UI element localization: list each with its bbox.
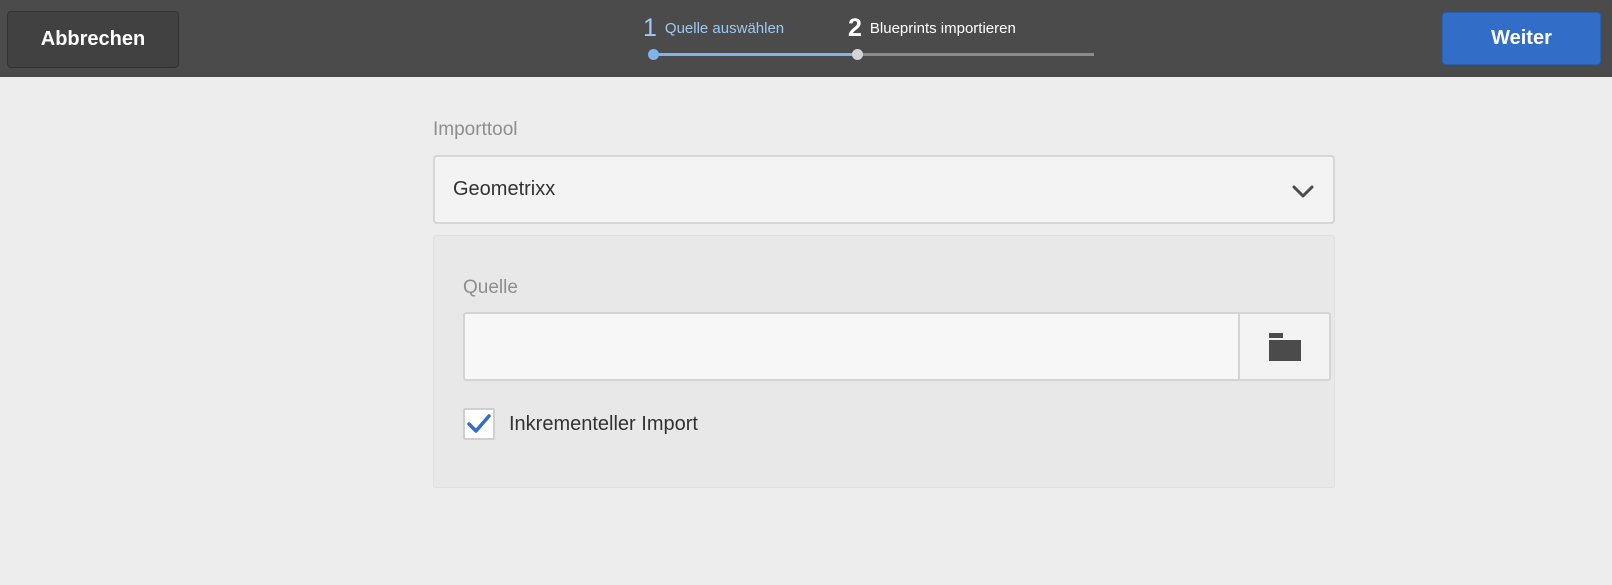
step-2-indicator-dot [852, 49, 863, 60]
importtool-select[interactable]: Geometrixx [433, 155, 1335, 224]
incremental-import-label: Inkrementeller Import [509, 412, 698, 435]
chevron-down-icon [1292, 185, 1314, 198]
source-input[interactable] [463, 312, 1239, 381]
step-2[interactable]: 2 Blueprints importieren [848, 16, 1016, 41]
step-2-label: Blueprints importieren [869, 20, 1016, 37]
incremental-import-checkbox[interactable] [463, 408, 495, 440]
next-button[interactable]: Weiter [1442, 12, 1601, 65]
browse-button[interactable] [1238, 312, 1331, 381]
folder-icon [1268, 332, 1301, 361]
step-2-progress-line [858, 53, 1094, 56]
importtool-selected-value: Geometrixx [453, 178, 556, 200]
source-label: Quelle [463, 277, 518, 298]
step-1-label: Quelle auswählen [664, 20, 785, 37]
step-1-number: 1 [643, 14, 657, 42]
importtool-label: Importtool [433, 119, 518, 140]
step-1[interactable]: 1 Quelle auswählen [643, 16, 784, 41]
step-1-indicator-dot [648, 49, 659, 60]
checkmark-icon [467, 414, 491, 433]
cancel-button[interactable]: Abbrechen [7, 11, 179, 68]
step-1-progress-line [653, 53, 858, 56]
step-2-number: 2 [848, 14, 862, 42]
source-panel: Quelle Inkrementeller Import [433, 235, 1335, 488]
wizard-header: Abbrechen 1 Quelle auswählen 2 Blueprint… [0, 0, 1612, 77]
incremental-import-option[interactable]: Inkrementeller Import [463, 408, 698, 440]
